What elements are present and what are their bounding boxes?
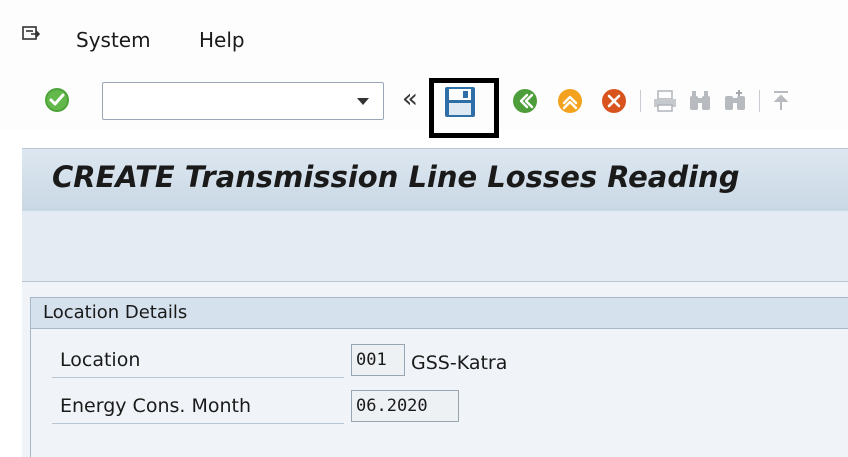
exit-icon[interactable] <box>557 88 583 114</box>
save-highlight-box <box>429 78 499 138</box>
group-title: Location Details <box>43 302 188 323</box>
group-header: Location Details <box>31 298 848 329</box>
energy-month-label: Energy Cons. Month <box>52 390 344 424</box>
find-next-icon[interactable] <box>722 88 748 114</box>
location-label-text: Location <box>60 349 141 371</box>
menu-help-label: Help <box>199 28 245 52</box>
back-icon[interactable] <box>512 88 538 114</box>
menu-help[interactable]: Help <box>199 28 245 52</box>
energy-month-field[interactable]: 06.2020 <box>351 390 459 422</box>
energy-month-label-text: Energy Cons. Month <box>60 395 252 417</box>
toolbar-separator <box>759 90 760 112</box>
enter-icon[interactable] <box>44 87 70 113</box>
cancel-icon[interactable] <box>601 88 627 114</box>
chevron-down-icon[interactable] <box>355 93 371 109</box>
first-page-icon[interactable] <box>770 88 792 114</box>
menu-system-label: System <box>76 28 151 52</box>
toolbar-separator <box>640 90 641 112</box>
location-code-value: 001 <box>356 350 387 370</box>
application-toolbar <box>22 211 848 282</box>
command-field[interactable] <box>102 82 384 120</box>
location-name: GSS-Katra <box>411 352 508 374</box>
find-icon[interactable] <box>687 88 713 114</box>
print-icon[interactable] <box>652 88 678 114</box>
page-title: CREATE Transmission Line Losses Reading <box>52 160 740 194</box>
menu-exit-icon[interactable] <box>22 26 40 42</box>
expand-icon[interactable]: « <box>402 84 418 114</box>
location-code-field[interactable]: 001 <box>351 344 405 376</box>
location-label: Location <box>52 344 344 378</box>
menu-system[interactable]: System <box>76 28 151 52</box>
energy-month-value: 06.2020 <box>356 396 428 416</box>
title-bar: CREATE Transmission Line Losses Reading <box>22 148 848 212</box>
